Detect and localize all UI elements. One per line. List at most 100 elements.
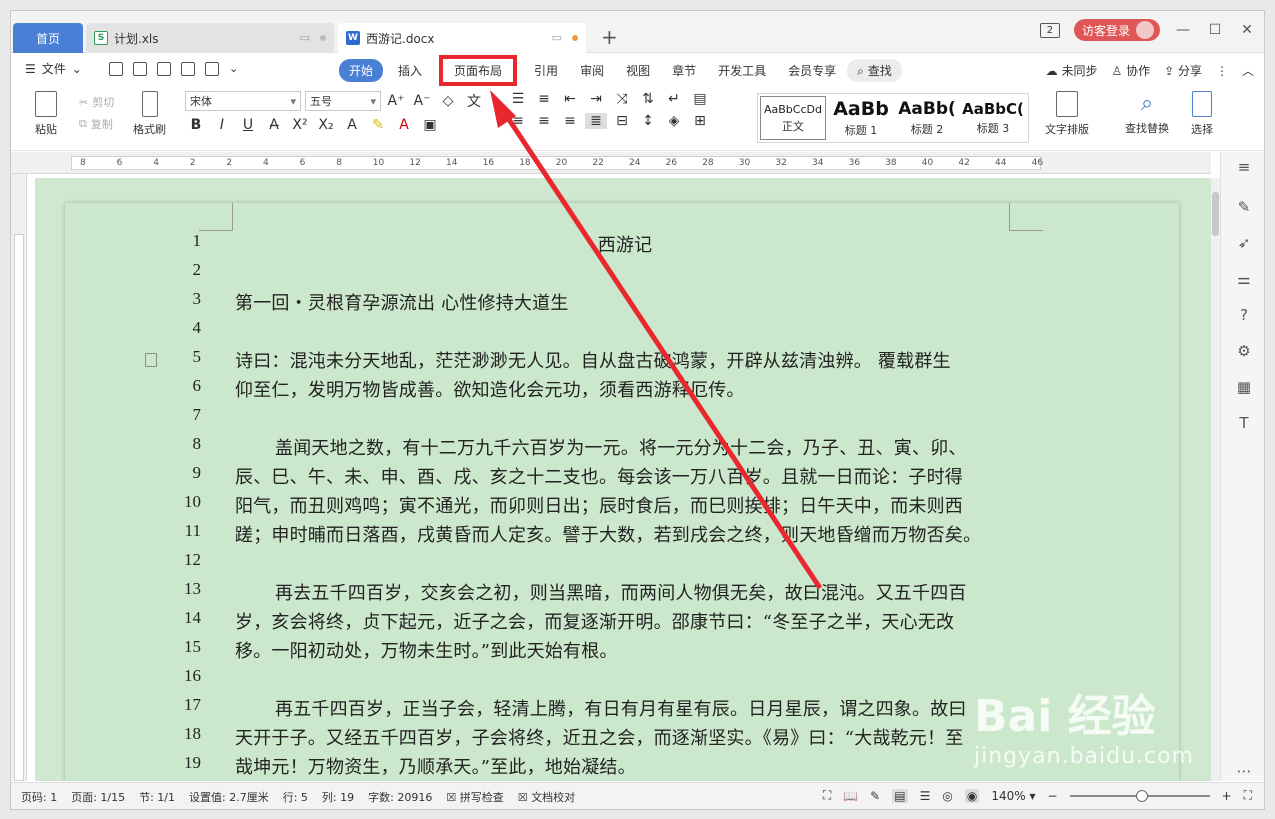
document-line[interactable]: 14 岁，亥会将终，贞下起元，近子之会，而复逐渐开明。邵康节曰：“冬至子之半，天心… bbox=[65, 608, 1179, 637]
web-view-icon[interactable]: ◎ bbox=[942, 789, 952, 803]
more-dots-icon[interactable]: ⋯ bbox=[1235, 762, 1253, 780]
search-button[interactable]: ⌕ 查找 bbox=[847, 59, 902, 82]
line-text[interactable]: 辰、巳、午、未、申、酉、戌、亥之十二支也。每会该一万八百岁。且就一日而论：子时得 bbox=[235, 463, 1015, 489]
cut-button[interactable]: ✂ 剪切 bbox=[79, 91, 114, 113]
zoom-slider-knob[interactable] bbox=[1135, 789, 1148, 802]
more-chevron-icon[interactable]: ⌄ bbox=[229, 62, 238, 76]
bold-icon[interactable]: B bbox=[185, 117, 207, 133]
line-text[interactable]: 第一回・灵根育孕源流出 心性修持大道生 bbox=[235, 289, 1015, 315]
tab-member[interactable]: 会员专享 bbox=[777, 59, 847, 82]
horizontal-ruler[interactable]: 8 6 4 2 2 4 6 8 10 12 14 16 18 20 22 24 26 28 30 32 34 36 38 40… bbox=[11, 152, 1211, 174]
collaborate-button[interactable]: ♙ 协作 bbox=[1111, 62, 1150, 79]
tab-page-layout[interactable]: 页面布局 bbox=[439, 55, 518, 86]
superscript-icon[interactable]: X² bbox=[289, 117, 311, 133]
sliders-icon[interactable]: ⚌ bbox=[1235, 270, 1253, 288]
shrink-font-icon[interactable]: A⁻ bbox=[411, 93, 433, 109]
line-text[interactable]: 仰至仁，发明万物皆成善。欲知造化会元功，须看西游释厄传。 bbox=[235, 376, 1015, 402]
save-icon[interactable] bbox=[157, 62, 171, 76]
minimize-icon[interactable]: — bbox=[1174, 22, 1192, 38]
status-pages[interactable]: 页面: 1/15 bbox=[71, 789, 125, 805]
sort-icon[interactable]: ⇅ bbox=[637, 91, 659, 107]
status-words[interactable]: 字数: 20916 bbox=[368, 789, 432, 805]
maximize-icon[interactable]: ☐ bbox=[1206, 22, 1224, 38]
increase-indent-icon[interactable]: ⇥ bbox=[585, 91, 607, 107]
document-line[interactable]: 5 诗曰：混沌未分天地乱，茫茫渺渺无人见。自从盘古破鸿蒙，开辟从兹清浊辨。 覆载群… bbox=[65, 347, 1179, 376]
fit-page-icon[interactable]: ⛶ bbox=[1244, 788, 1252, 803]
style-heading-1[interactable]: AaBb 标题 1 bbox=[828, 94, 894, 142]
new-doc-icon[interactable] bbox=[109, 62, 123, 76]
line-text[interactable]: 盖闻天地之数，有十二万九千六百岁为一元。将一元分为十二会，乃子、丑、寅、卯、 bbox=[235, 434, 1015, 460]
document-line[interactable]: 10 阳气，而丑则鸡鸣；寅不通光，而卯则日出；辰时食后，而巳则挨排；日午天中，而未… bbox=[65, 492, 1179, 521]
fullscreen-icon[interactable]: ⛶ bbox=[823, 788, 831, 803]
scrollbar-thumb[interactable] bbox=[1212, 192, 1219, 236]
file-menu[interactable]: ☰ 文件 ⌄ bbox=[25, 60, 82, 77]
doc-info-icon[interactable]: ▦ bbox=[1235, 378, 1253, 396]
tab-xls[interactable]: S 计划.xls ▭ bbox=[86, 23, 334, 53]
page-view-icon[interactable]: ▤ bbox=[892, 788, 908, 803]
tab-view[interactable]: 视图 bbox=[615, 59, 661, 82]
font-color-icon[interactable]: A bbox=[393, 117, 415, 133]
vertical-scrollbar[interactable] bbox=[1211, 178, 1220, 781]
line-text[interactable]: 再去五千四百岁，交亥会之初，则当黑暗，而两间人物俱无矣，故曰混沌。又五千四百 bbox=[235, 579, 1015, 605]
outline-view-icon[interactable]: ☰ bbox=[920, 789, 931, 803]
line-text[interactable]: 岁，亥会将终，贞下起元，近子之会，而复逐渐开明。邵康节曰：“冬至子之半，天心无改 bbox=[235, 608, 1015, 634]
document-line[interactable]: 6 仰至仁，发明万物皆成善。欲知造化会元功，须看西游释厄传。 bbox=[65, 376, 1179, 405]
tab-start[interactable]: 开始 bbox=[339, 59, 384, 82]
document-line[interactable]: 3 第一回・灵根育孕源流出 心性修持大道生 bbox=[65, 289, 1179, 318]
char-border-icon[interactable]: ▣ bbox=[419, 117, 441, 133]
status-section[interactable]: 节: 1/1 bbox=[139, 789, 175, 805]
decrease-indent-icon[interactable]: ⇤ bbox=[559, 91, 581, 107]
tab-home[interactable]: 首页 bbox=[13, 23, 83, 53]
shading-icon[interactable]: ◈ bbox=[663, 113, 685, 129]
tab-developer[interactable]: 开发工具 bbox=[707, 59, 777, 82]
line-text[interactable]: 西游记 bbox=[235, 231, 1015, 257]
line-text[interactable]: 诗曰：混沌未分天地乱，茫茫渺渺无人见。自从盘古破鸿蒙，开辟从兹清浊辨。 覆载群生 bbox=[235, 347, 1015, 373]
tab-chapter[interactable]: 章节 bbox=[661, 59, 707, 82]
borders-icon[interactable]: ⊞ bbox=[689, 113, 711, 129]
line-text[interactable]: 哉坤元！万物资生，乃顺承天。”至此，地始凝结。 bbox=[235, 753, 1015, 779]
spell-check-button[interactable]: ☒ 拼写检查 bbox=[446, 789, 503, 805]
line-spacing-icon[interactable]: ↕ bbox=[637, 113, 659, 129]
clear-format-icon[interactable]: ◇ bbox=[437, 93, 459, 109]
line-text[interactable]: 天开于子。又经五千四百岁，子会将终，近丑之会，而逐渐坚实。《易》曰：“大哉乾元！… bbox=[235, 724, 1015, 750]
document-line[interactable]: 7 bbox=[65, 405, 1179, 434]
edit-mode-icon[interactable]: ✎ bbox=[870, 789, 880, 803]
zoom-slider[interactable] bbox=[1069, 789, 1210, 802]
underline-icon[interactable]: U bbox=[237, 117, 259, 133]
numbered-list-icon[interactable]: ≡ bbox=[533, 91, 555, 107]
style-heading-3[interactable]: AaBbC( 标题 3 bbox=[960, 94, 1026, 142]
justify-icon[interactable]: ≣ bbox=[585, 113, 607, 129]
subscript-icon[interactable]: X₂ bbox=[315, 117, 337, 133]
align-left-icon[interactable]: ≡ bbox=[507, 113, 529, 129]
document-line[interactable]: 1 西游记 bbox=[65, 231, 1179, 260]
paragraph-doc-icon[interactable] bbox=[145, 353, 157, 367]
document-line[interactable]: 2 bbox=[65, 260, 1179, 289]
text-layout-button[interactable]: 文字排版 bbox=[1045, 91, 1089, 137]
text-tool-icon[interactable]: T bbox=[1235, 414, 1253, 432]
zoom-out-icon[interactable]: − bbox=[1047, 789, 1057, 803]
status-row[interactable]: 行: 5 bbox=[283, 789, 308, 805]
style-normal[interactable]: AaBbCcDd 正文 bbox=[760, 96, 826, 140]
select-button[interactable]: 选择 bbox=[1191, 91, 1213, 137]
read-mode-icon[interactable]: 📖 bbox=[843, 789, 858, 803]
style-heading-2[interactable]: AaBb( 标题 2 bbox=[894, 94, 960, 142]
grow-font-icon[interactable]: A⁺ bbox=[385, 93, 407, 109]
vertical-ruler[interactable] bbox=[11, 174, 27, 781]
font-size-select[interactable]: 五号 ▾ bbox=[305, 91, 381, 111]
line-text[interactable]: 蹉；申时晡而日落酉，戌黄昏而人定亥。譬于大数，若到戌会之终，则天地昏缯而万物否矣… bbox=[235, 521, 1015, 547]
document-line[interactable]: 15 移。一阳初动处，万物未生时。”到此天始有根。 bbox=[65, 637, 1179, 666]
pen-icon[interactable]: ✎ bbox=[1235, 198, 1253, 216]
tab-doc[interactable]: W 西游记.docx ▭ bbox=[338, 23, 586, 53]
help-icon[interactable]: ? bbox=[1235, 306, 1253, 324]
eye-protect-icon[interactable]: ◉ bbox=[964, 788, 980, 803]
zoom-in-icon[interactable]: + bbox=[1222, 789, 1232, 803]
phonetic-guide-icon[interactable]: 文 bbox=[463, 91, 485, 111]
copy-button[interactable]: ⧉ 复制 bbox=[79, 113, 114, 135]
highlight-icon[interactable]: ✎ bbox=[367, 117, 389, 133]
document-line[interactable]: 12 bbox=[65, 550, 1179, 579]
window-count-badge[interactable]: 2 bbox=[1039, 22, 1060, 38]
document-line[interactable]: 9 辰、巳、午、未、申、酉、戌、亥之十二支也。每会该一万八百岁。且就一日而论：子时… bbox=[65, 463, 1179, 492]
distribute-icon[interactable]: ⊟ bbox=[611, 113, 633, 129]
line-text[interactable]: 阳气，而丑则鸡鸣；寅不通光，而卯则日出；辰时食后，而巳则挨排；日午天中，而未则西 bbox=[235, 492, 1015, 518]
tab-review[interactable]: 审阅 bbox=[569, 59, 615, 82]
